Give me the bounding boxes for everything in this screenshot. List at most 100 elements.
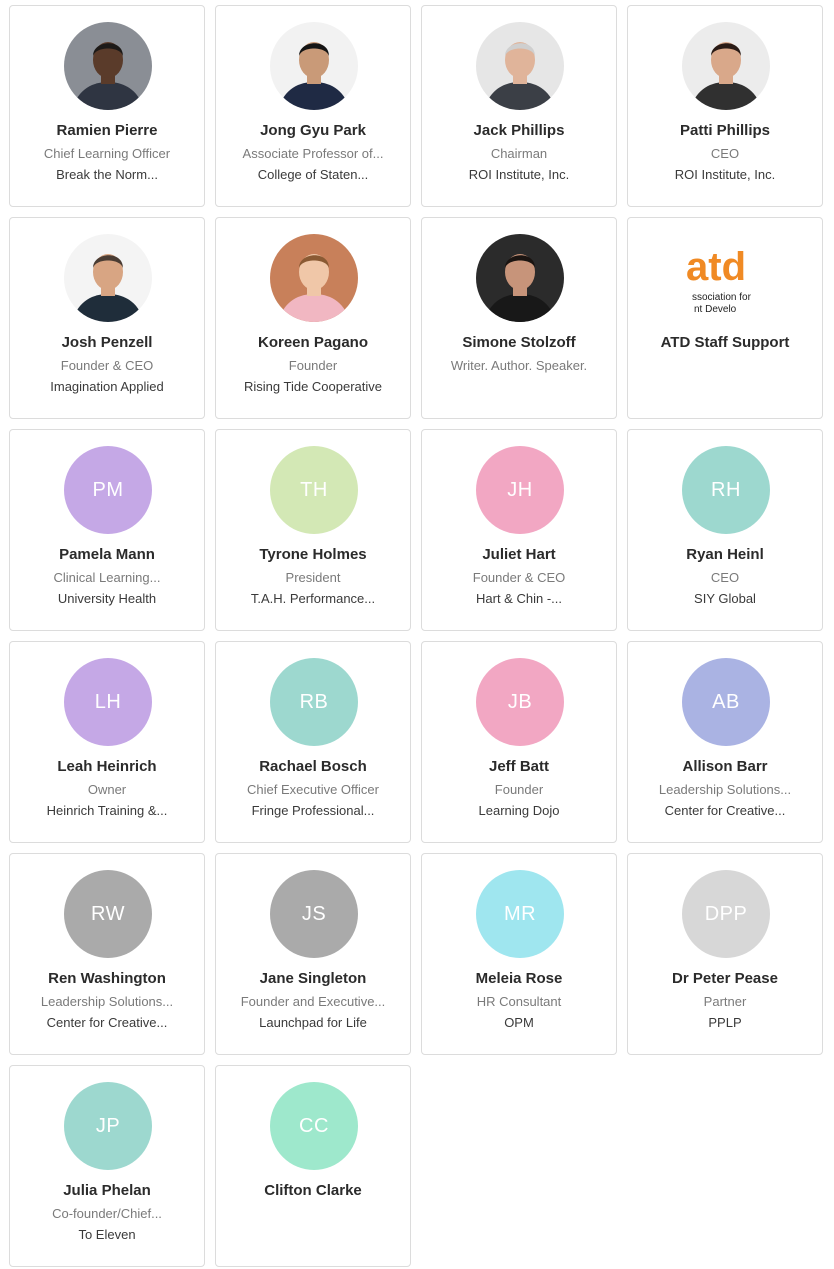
speaker-card-meleia-rose[interactable]: MR Meleia Rose HR Consultant OPM	[421, 853, 617, 1055]
speaker-card-atd-staff-support[interactable]: atd ssociation for nt Develo ATD Staff Supp…	[627, 217, 823, 419]
avatar-initials: RB	[299, 690, 329, 713]
speaker-name: Allison Barr	[682, 758, 768, 775]
speaker-title: Leadership Solutions...	[40, 994, 174, 1009]
speaker-card-simone-stolzoff[interactable]: Simone Stolzoff Writer. Author. Speaker.	[421, 217, 617, 419]
avatar-photo	[270, 22, 358, 110]
speaker-card-allison-barr[interactable]: AB Allison Barr Leadership Solutions... Cen…	[627, 641, 823, 843]
speaker-title: Associate Professor of...	[242, 146, 384, 161]
avatar-initials: AB	[712, 690, 740, 713]
avatar-initials: LH	[94, 690, 122, 713]
speaker-card-ramien-pierre[interactable]: Ramien Pierre Chief Learning Officer Break…	[9, 5, 205, 207]
speaker-name: Rachael Bosch	[259, 758, 367, 775]
speaker-organization: College of Staten...	[257, 167, 369, 182]
speaker-card-ren-washington[interactable]: RW Ren Washington Leadership Solutions... C…	[9, 853, 205, 1055]
avatar-initials: TH	[300, 478, 328, 501]
avatar: JS	[270, 870, 358, 958]
speaker-title: Writer. Author. Speaker.	[450, 358, 588, 373]
avatar: RW	[64, 870, 152, 958]
speaker-title: HR Consultant	[476, 994, 562, 1009]
avatar-photo	[476, 234, 564, 322]
speaker-organization: ROI Institute, Inc.	[468, 167, 570, 182]
speaker-organization: Imagination Applied	[50, 379, 164, 394]
speaker-card-pamela-mann[interactable]: PM Pamela Mann Clinical Learning... Univers…	[9, 429, 205, 631]
avatar-photo	[476, 22, 564, 110]
speaker-name: Jack Phillips	[473, 122, 565, 139]
speaker-card-jong-gyu-park[interactable]: Jong Gyu Park Associate Professor of... Co…	[215, 5, 411, 207]
avatar: DPP	[682, 870, 770, 958]
speaker-name: Ryan Heinl	[686, 546, 764, 563]
speaker-title: CEO	[710, 570, 740, 585]
speaker-name: Julia Phelan	[63, 1182, 151, 1199]
speaker-organization: University Health	[57, 591, 157, 606]
speaker-card-juliet-hart[interactable]: JH Juliet Hart Founder & CEO Hart & Chin -.…	[421, 429, 617, 631]
speaker-card-koreen-pagano[interactable]: Koreen Pagano Founder Rising Tide Cooperat…	[215, 217, 411, 419]
avatar-initials: JB	[507, 690, 533, 713]
speaker-organization: OPM	[504, 1015, 534, 1030]
speaker-title: Owner	[87, 782, 127, 797]
speaker-name: Ren Washington	[48, 970, 166, 987]
atd-logo-mark: atd	[686, 245, 746, 289]
speaker-title: Co-founder/Chief...	[52, 1206, 162, 1221]
speaker-title: Founder	[288, 358, 338, 373]
avatar-initials: RW	[91, 902, 125, 925]
avatar: CC	[270, 1082, 358, 1170]
speaker-organization: Fringe Professional...	[251, 803, 375, 818]
avatar: RH	[682, 446, 770, 534]
speaker-card-jane-singleton[interactable]: JS Jane Singleton Founder and Executive...…	[215, 853, 411, 1055]
speaker-name: Juliet Hart	[482, 546, 556, 563]
speaker-card-josh-penzell[interactable]: Josh Penzell Founder & CEO Imagination App…	[9, 217, 205, 419]
speaker-card-patti-phillips[interactable]: Patti Phillips CEO ROI Institute, Inc.	[627, 5, 823, 207]
speaker-organization: Break the Norm...	[56, 167, 158, 182]
speaker-organization: Launchpad for Life	[259, 1015, 367, 1030]
avatar: RB	[270, 658, 358, 746]
speaker-title: Founder & CEO	[60, 358, 154, 373]
speaker-name: Patti Phillips	[679, 122, 770, 139]
speaker-card-dr-peter-pease[interactable]: DPP Dr Peter Pease Partner PPLP	[627, 853, 823, 1055]
speaker-organization: ROI Institute, Inc.	[674, 167, 776, 182]
speaker-name: Koreen Pagano	[257, 334, 369, 351]
avatar: MR	[476, 870, 564, 958]
speaker-card-julia-phelan[interactable]: JP Julia Phelan Co-founder/Chief... To Elev…	[9, 1065, 205, 1267]
avatar-initials: PM	[92, 478, 124, 501]
speaker-name: Simone Stolzoff	[462, 334, 576, 351]
speaker-card-jack-phillips[interactable]: Jack Phillips Chairman ROI Institute, Inc.	[421, 5, 617, 207]
avatar-photo	[270, 234, 358, 322]
speaker-name: Ramien Pierre	[56, 122, 158, 139]
avatar: JP	[64, 1082, 152, 1170]
speaker-name: ATD Staff Support	[660, 334, 790, 351]
speaker-organization: SIY Global	[694, 591, 756, 606]
speaker-title: Chief Executive Officer	[247, 782, 379, 797]
speaker-card-rachael-bosch[interactable]: RB Rachael Bosch Chief Executive Officer Fr…	[215, 641, 411, 843]
speaker-name: Jane Singleton	[259, 970, 367, 987]
speaker-name: Dr Peter Pease	[672, 970, 778, 987]
speaker-name: Tyrone Holmes	[259, 546, 367, 563]
speaker-title: President	[285, 570, 341, 585]
avatar: PM	[64, 446, 152, 534]
speaker-name: Jong Gyu Park	[260, 122, 366, 139]
avatar-initials: CC	[299, 1114, 329, 1137]
speaker-organization: Hart & Chin -...	[476, 591, 562, 606]
speaker-organization: Learning Dojo	[478, 803, 560, 818]
atd-logo-subtext-2: nt Develo	[694, 304, 737, 315]
avatar-photo	[64, 22, 152, 110]
speaker-title: Clinical Learning...	[53, 570, 161, 585]
speaker-title: Chairman	[490, 146, 548, 161]
speaker-organization: PPLP	[708, 1015, 742, 1030]
speaker-title: Chief Learning Officer	[43, 146, 171, 161]
avatar-initials: JP	[95, 1114, 121, 1137]
speaker-organization: Heinrich Training &...	[46, 803, 168, 818]
speaker-title: Founder & CEO	[472, 570, 566, 585]
speaker-title: Leadership Solutions...	[658, 782, 792, 797]
speaker-name: Pamela Mann	[59, 546, 155, 563]
speaker-organization: T.A.H. Performance...	[250, 591, 376, 606]
speaker-name: Meleia Rose	[475, 970, 563, 987]
speaker-card-clifton-clarke[interactable]: CC Clifton Clarke	[215, 1065, 411, 1267]
avatar-initials: JS	[301, 902, 327, 925]
speaker-card-ryan-heinl[interactable]: RH Ryan Heinl CEO SIY Global	[627, 429, 823, 631]
speaker-card-tyrone-holmes[interactable]: TH Tyrone Holmes President T.A.H. Performan…	[215, 429, 411, 631]
speaker-card-leah-heinrich[interactable]: LH Leah Heinrich Owner Heinrich Training &.…	[9, 641, 205, 843]
speaker-organization: Center for Creative...	[664, 803, 786, 818]
speaker-title: CEO	[710, 146, 740, 161]
speaker-card-jeff-batt[interactable]: JB Jeff Batt Founder Learning Dojo	[421, 641, 617, 843]
speaker-title: Partner	[703, 994, 747, 1009]
